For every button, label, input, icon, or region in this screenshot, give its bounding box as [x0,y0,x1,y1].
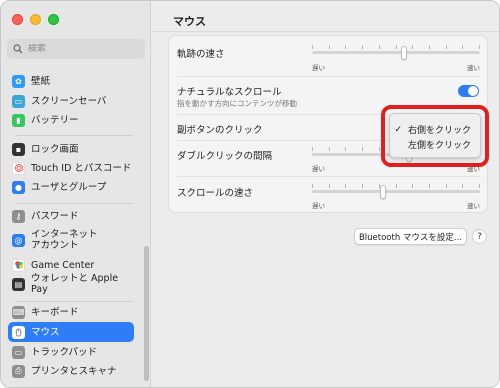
slider-tick [345,147,346,151]
slider-tick [362,147,363,151]
search-input[interactable] [28,44,138,54]
slider-tick [329,45,330,49]
slider-tick [462,45,463,49]
fast-label: 速い [467,202,480,210]
slider-track [312,51,480,54]
fast-label: 速い [467,64,480,72]
touch-id-icon [12,161,25,175]
slider-tick [412,45,413,49]
keyboard-icon: ⌨ [12,305,25,319]
sidebar-separator [15,203,133,204]
slider-tick [329,184,330,188]
menu-item-click-right[interactable]: ✓ 右側をクリック [390,122,482,137]
page-title: マウス [173,15,206,28]
slider-tick [345,184,346,188]
header-divider [152,31,499,32]
slow-label: 遅い [312,165,325,173]
row-divider [177,76,481,77]
slider-tick [429,45,430,49]
slow-label: 遅い [312,202,325,210]
sidebar-item-internet-accounts[interactable]: @ インターネット アカウント [8,225,134,255]
sidebar-separator [15,135,133,136]
slider-tick [429,184,430,188]
at-sign-icon: @ [12,233,25,247]
toggle-knob [468,86,478,96]
sidebar-item-wallet[interactable]: ▤ ウォレットと Apple Pay [8,273,134,295]
sidebar-item-wallpaper[interactable]: ✿ 壁紙 [8,71,134,91]
slider-tick [329,147,330,151]
slow-label: 遅い [312,64,325,72]
sidebar-item-battery[interactable]: ▮ バッテリー [8,110,134,130]
slider-knob[interactable] [380,185,386,199]
slider-tick [412,184,413,188]
game-center-icon [12,258,25,272]
setup-bluetooth-mouse-button[interactable]: Bluetooth マウスを設定... [354,228,467,245]
settings-window: ✿ 壁紙 ▭ スクリーンセーバ ▮ バッテリー ▪ ロック画面 Touch ID… [0,0,500,388]
search-box[interactable] [7,39,145,59]
slider-tick [379,45,380,49]
scroll-speed-slider[interactable] [312,183,480,199]
secondary-click-menu: ✓ 右側をクリック 左側をクリック [389,113,481,158]
slider-tick [362,184,363,188]
sidebar-item-lock-screen[interactable]: ▪ ロック画面 [8,139,134,159]
tracking-speed-slider[interactable] [312,44,480,60]
natural-scroll-label: ナチュラルなスクロール [177,87,282,98]
search-icon [13,44,23,54]
slider-tick [379,147,380,151]
wallpaper-icon: ✿ [12,74,25,88]
close-window-button[interactable] [12,14,23,25]
sidebar-item-users-groups[interactable]: ● ユーザとグループ [8,177,134,197]
secondary-click-label: 副ボタンのクリック [177,125,263,136]
trackpad-icon: ▭ [12,345,25,359]
battery-icon: ▮ [12,113,25,127]
sidebar-item-touch-id[interactable]: Touch ID とパスコード [8,158,134,178]
slider-tick [362,45,363,49]
row-divider [177,176,481,177]
slider-tick [345,45,346,49]
sidebar-list: ✿ 壁紙 ▭ スクリーンセーバ ▮ バッテリー ▪ ロック画面 Touch ID… [1,61,143,387]
sidebar-scrollbar[interactable] [144,246,149,381]
sidebar: ✿ 壁紙 ▭ スクリーンセーバ ▮ バッテリー ▪ ロック画面 Touch ID… [1,1,151,387]
users-groups-icon: ● [12,180,25,194]
slider-tick [462,184,463,188]
zoom-window-button[interactable] [48,14,59,25]
checkmark-icon: ✓ [394,124,402,135]
slider-tick [479,45,480,49]
scroll-speed-label: スクロールの速さ [177,188,254,199]
help-button[interactable]: ? [472,229,487,244]
lock-screen-icon: ▪ [12,142,25,156]
sidebar-item-screensaver[interactable]: ▭ スクリーンセーバ [8,91,134,111]
wallet-icon: ▤ [12,277,25,291]
mouse-icon [12,325,25,339]
slider-tick [312,184,313,188]
sidebar-item-mouse[interactable]: マウス [8,322,134,342]
sidebar-item-passwords[interactable]: ⚷ パスワード [8,206,134,226]
slider-tick [396,45,397,49]
natural-scroll-toggle[interactable] [458,85,479,97]
menu-item-click-left[interactable]: 左側をクリック [390,137,482,152]
slider-tick [479,184,480,188]
slider-tick [312,147,313,151]
slider-tick [312,45,313,49]
printer-icon: ⎙ [12,364,25,378]
slider-tick [396,184,397,188]
slider-track [312,190,480,193]
tracking-speed-label: 軌跡の速さ [177,49,225,60]
minimize-window-button[interactable] [30,14,41,25]
slider-knob[interactable] [401,46,407,60]
sidebar-item-trackpad[interactable]: ▭ トラックパッド [8,342,134,362]
window-controls [12,14,59,25]
sidebar-item-keyboard[interactable]: ⌨ キーボード [8,302,134,322]
natural-scroll-description: 指を動かす方向にコンテンツが移動 [177,99,297,108]
screensaver-icon: ▭ [12,94,25,108]
main-pane: マウス 軌跡の速さ 遅い 速い ナチュラルなスクロール 指を動かす方向にコンテン… [152,1,499,387]
sidebar-item-game-center[interactable]: Game Center [8,255,134,275]
double-click-speed-label: ダブルクリックの間隔 [177,151,273,162]
slider-tick [446,45,447,49]
key-icon: ⚷ [12,209,25,223]
sidebar-item-printers-scanners[interactable]: ⎙ プリンタとスキャナ [8,361,134,381]
slider-tick [446,184,447,188]
